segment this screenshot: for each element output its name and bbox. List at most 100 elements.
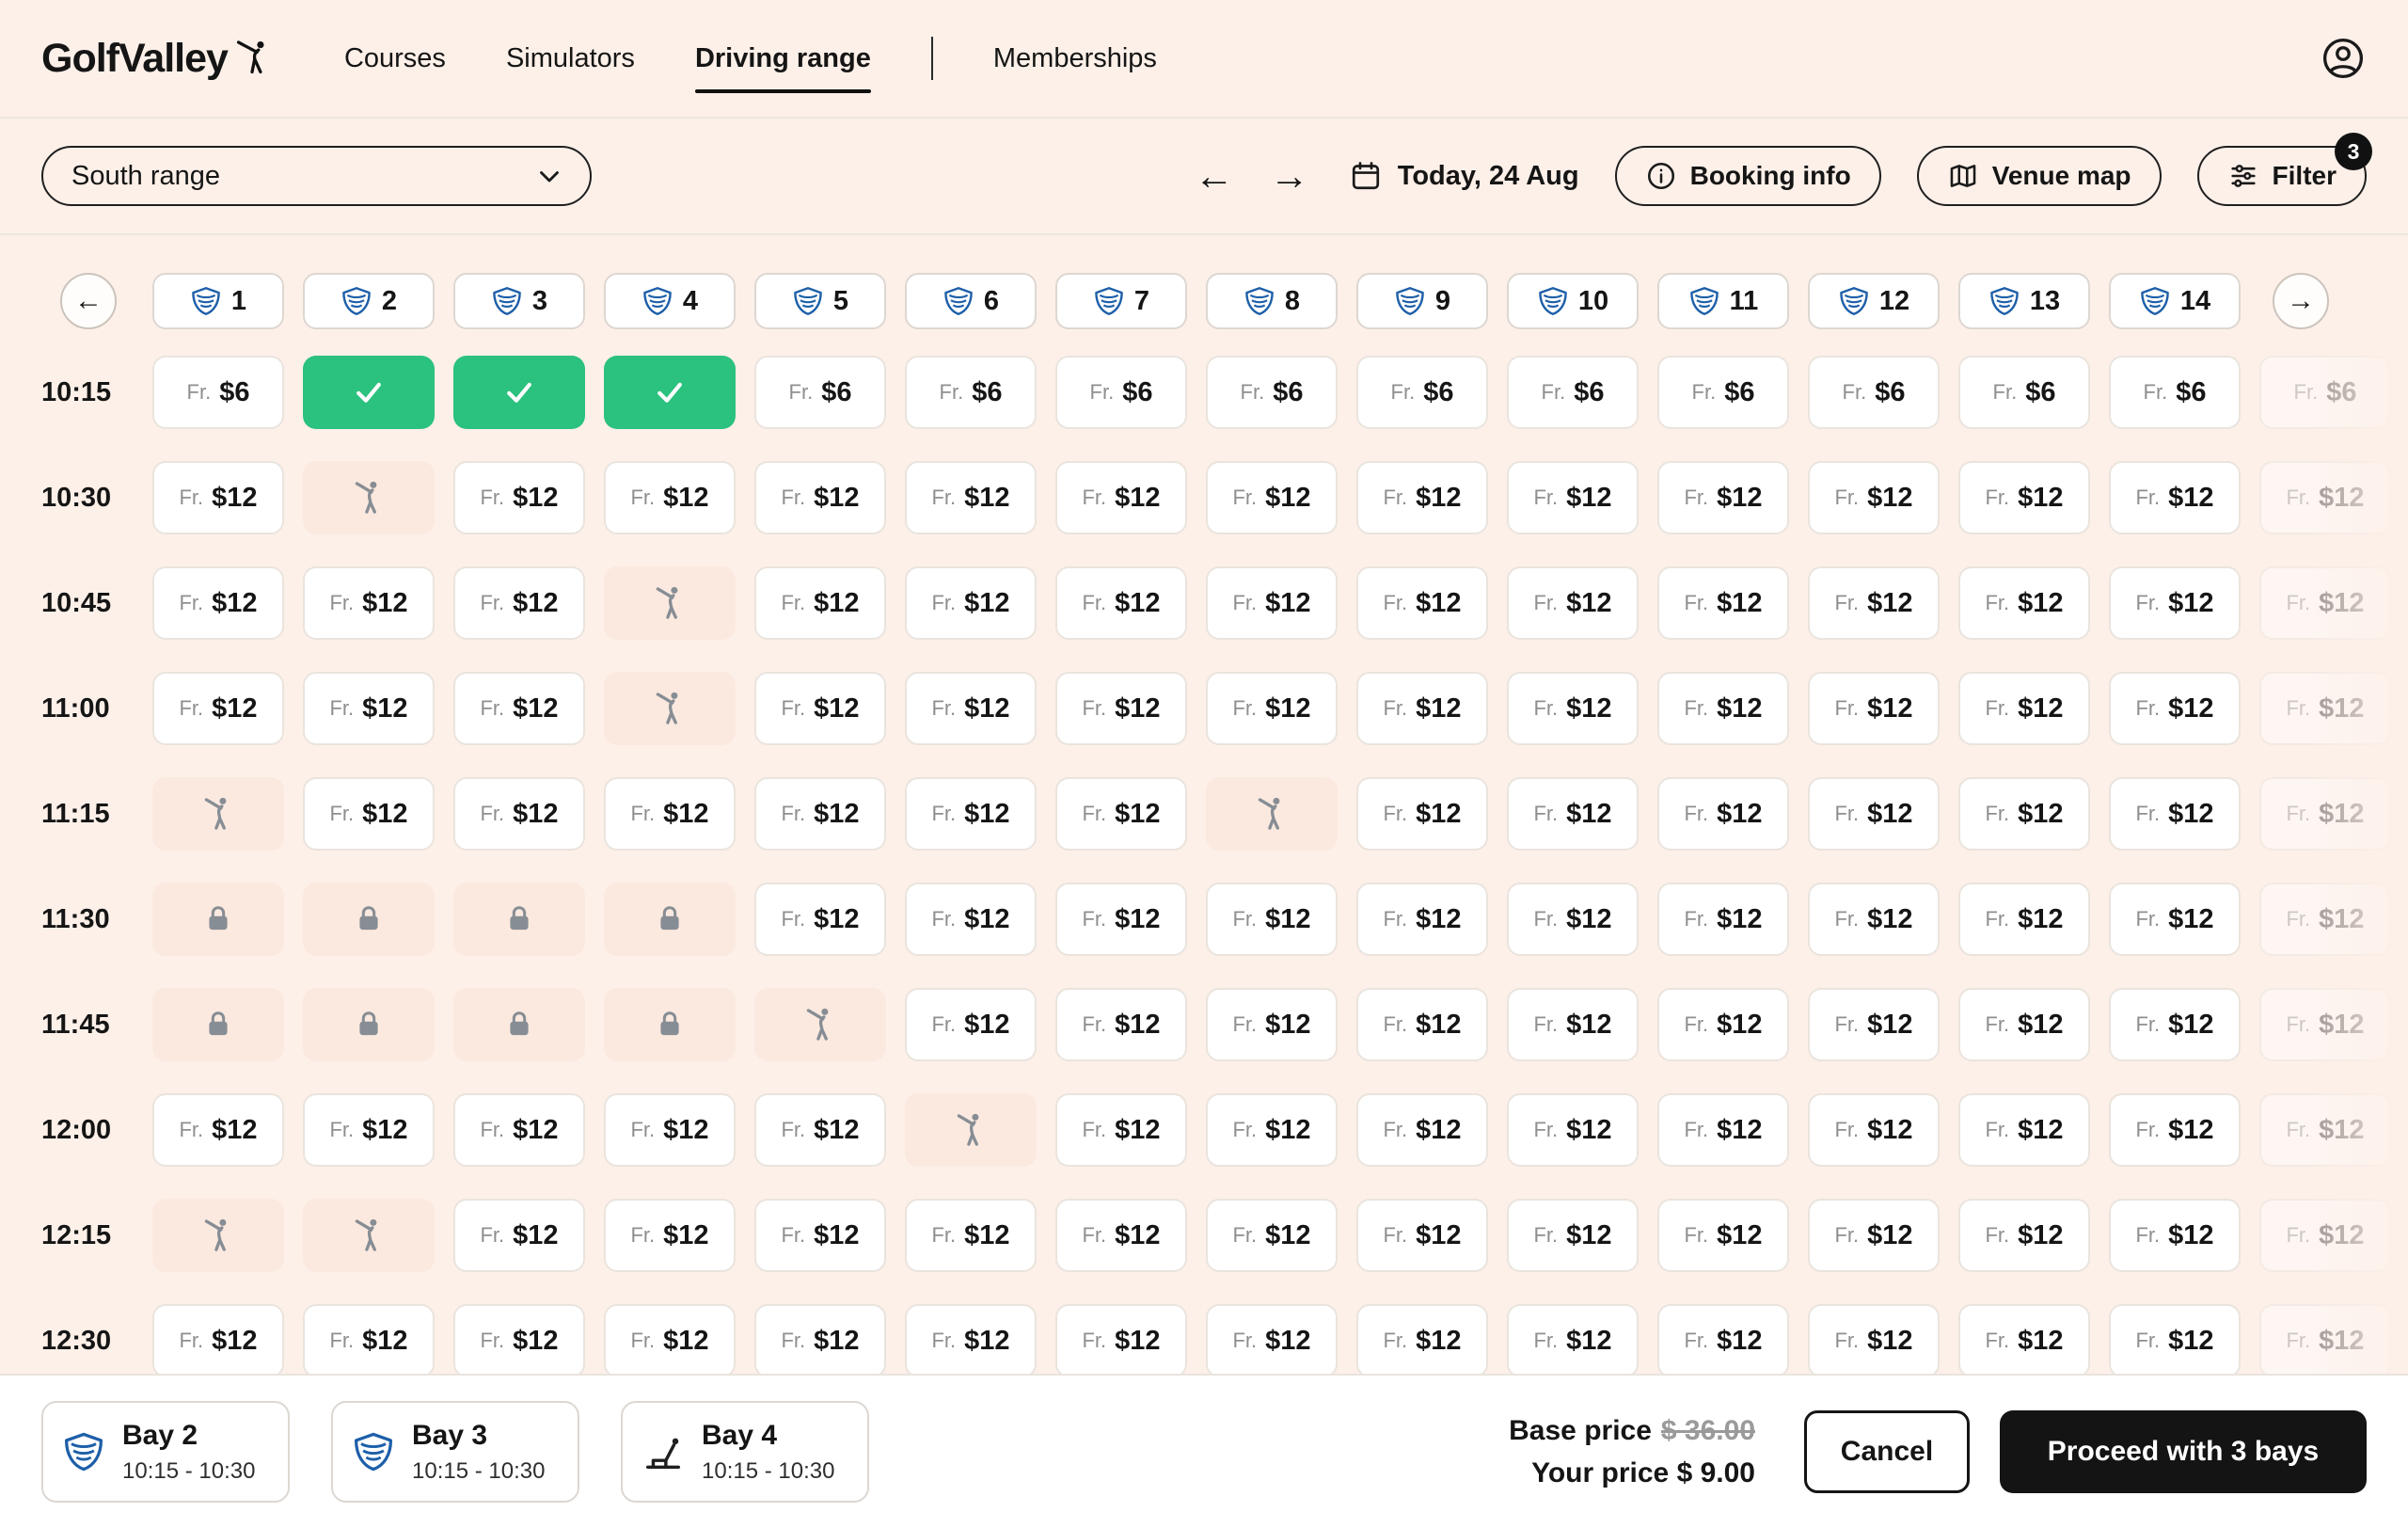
- slot-available[interactable]: Fr.$12: [1657, 461, 1789, 534]
- slot-available[interactable]: Fr.$12: [1507, 461, 1639, 534]
- slot-available[interactable]: Fr.$12: [1356, 672, 1488, 745]
- slot-available[interactable]: Fr.$6: [1657, 356, 1789, 429]
- slot-available[interactable]: Fr.$12: [1958, 461, 2090, 534]
- slot-available[interactable]: Fr.$12: [754, 672, 886, 745]
- slot-available[interactable]: Fr.$12: [1206, 988, 1338, 1061]
- slot-available[interactable]: Fr.$12: [604, 1199, 736, 1272]
- slot-available[interactable]: Fr.$12: [303, 672, 435, 745]
- slot-available[interactable]: Fr.$12: [453, 461, 585, 534]
- slot-available[interactable]: Fr.$12: [754, 1093, 886, 1167]
- slot-available[interactable]: Fr.$12: [2109, 566, 2241, 640]
- range-select[interactable]: South range: [41, 146, 592, 206]
- previous-bays-button[interactable]: ←: [60, 273, 117, 329]
- slot-available[interactable]: Fr.$12: [152, 461, 284, 534]
- slot-available[interactable]: Fr.$12: [152, 1304, 284, 1377]
- slot-available[interactable]: Fr.$12: [1356, 777, 1488, 851]
- slot-available[interactable]: Fr.$12: [1206, 1304, 1338, 1377]
- slot-available[interactable]: Fr.$12: [1356, 988, 1488, 1061]
- slot-available[interactable]: Fr.$12: [1206, 883, 1338, 956]
- date-group[interactable]: Today, 24 Aug: [1349, 159, 1579, 193]
- slot-available[interactable]: Fr.$6: [2109, 356, 2241, 429]
- slot-available[interactable]: Fr.$6: [1055, 356, 1187, 429]
- slot-available[interactable]: Fr.$12: [1958, 672, 2090, 745]
- nav-item-courses[interactable]: Courses: [344, 38, 446, 80]
- slot-available[interactable]: Fr.$12: [905, 988, 1037, 1061]
- slot-available[interactable]: Fr.$12: [1657, 777, 1789, 851]
- slot-available[interactable]: Fr.$12: [2109, 1304, 2241, 1377]
- slot-available[interactable]: Fr.$12: [1055, 988, 1187, 1061]
- slot-available[interactable]: Fr.$12: [754, 777, 886, 851]
- slot-available[interactable]: Fr.$12: [1507, 1093, 1639, 1167]
- slot-available[interactable]: Fr.$12: [754, 1304, 886, 1377]
- slot-available[interactable]: Fr.$6: [1958, 356, 2090, 429]
- slot-available[interactable]: Fr.$12: [1206, 566, 1338, 640]
- slot-available[interactable]: Fr.$12: [1507, 1304, 1639, 1377]
- slot-available[interactable]: Fr.$12: [1206, 1199, 1338, 1272]
- slot-available[interactable]: Fr.$12: [453, 672, 585, 745]
- slot-available[interactable]: Fr.$12: [2109, 777, 2241, 851]
- proceed-button[interactable]: Proceed with 3 bays: [2000, 1410, 2367, 1493]
- slot-available[interactable]: Fr.$12: [1657, 988, 1789, 1061]
- slot-available[interactable]: Fr.$12: [303, 566, 435, 640]
- slot-available[interactable]: Fr.$12: [303, 1304, 435, 1377]
- slot-available[interactable]: Fr.$12: [905, 883, 1037, 956]
- slot-available[interactable]: Fr.$12: [1206, 1093, 1338, 1167]
- filter-button[interactable]: Filter 3: [2197, 146, 2367, 206]
- slot-available[interactable]: Fr.$12: [453, 777, 585, 851]
- slot-available[interactable]: Fr.$12: [1958, 1093, 2090, 1167]
- slot-available[interactable]: Fr.$6: [1206, 356, 1338, 429]
- slot-selected[interactable]: [303, 356, 435, 429]
- slot-available[interactable]: Fr.$12: [1657, 1093, 1789, 1167]
- slot-available[interactable]: Fr.$12: [1055, 883, 1187, 956]
- slot-available[interactable]: Fr.$12: [905, 566, 1037, 640]
- slot-available[interactable]: Fr.$12: [1808, 883, 1940, 956]
- slot-available[interactable]: Fr.$12: [1055, 1093, 1187, 1167]
- slot-selected[interactable]: [453, 356, 585, 429]
- slot-available[interactable]: Fr.$12: [905, 777, 1037, 851]
- slot-available[interactable]: Fr.$12: [1507, 672, 1639, 745]
- slot-available[interactable]: Fr.$12: [754, 883, 886, 956]
- nav-item-memberships[interactable]: Memberships: [993, 38, 1157, 80]
- slot-available[interactable]: Fr.$12: [303, 1093, 435, 1167]
- slot-available[interactable]: Fr.$12: [1507, 1199, 1639, 1272]
- slot-available[interactable]: Fr.$12: [1055, 777, 1187, 851]
- nav-item-driving-range[interactable]: Driving range: [695, 38, 871, 80]
- slot-available[interactable]: Fr.$12: [1958, 1304, 2090, 1377]
- slot-available[interactable]: Fr.$12: [1507, 566, 1639, 640]
- slot-available[interactable]: Fr.$12: [1958, 566, 2090, 640]
- slot-available[interactable]: Fr.$12: [1808, 672, 1940, 745]
- next-day-button[interactable]: →: [1266, 156, 1313, 196]
- slot-available[interactable]: Fr.$12: [604, 777, 736, 851]
- venue-map-button[interactable]: Venue map: [1917, 146, 2162, 206]
- account-button[interactable]: [2320, 35, 2367, 82]
- slot-available[interactable]: Fr.$12: [1657, 1304, 1789, 1377]
- slot-available[interactable]: Fr.$12: [2109, 1093, 2241, 1167]
- slot-available[interactable]: Fr.$12: [604, 461, 736, 534]
- slot-available[interactable]: Fr.$12: [604, 1304, 736, 1377]
- slot-available[interactable]: Fr.$12: [905, 461, 1037, 534]
- slot-available[interactable]: Fr.$12: [1958, 883, 2090, 956]
- slot-available[interactable]: Fr.$12: [1055, 1304, 1187, 1377]
- previous-day-button[interactable]: ←: [1191, 156, 1238, 196]
- booking-info-button[interactable]: Booking info: [1615, 146, 1881, 206]
- slot-available[interactable]: Fr.$12: [1055, 566, 1187, 640]
- slot-available[interactable]: Fr.$12: [1808, 1199, 1940, 1272]
- slot-available[interactable]: Fr.$12: [1356, 1199, 1488, 1272]
- slot-available[interactable]: Fr.$12: [1657, 672, 1789, 745]
- slot-available[interactable]: Fr.$12: [1808, 988, 1940, 1061]
- slot-available[interactable]: Fr.$12: [1958, 777, 2090, 851]
- slot-available[interactable]: Fr.$12: [1808, 461, 1940, 534]
- slot-available[interactable]: Fr.$12: [1206, 672, 1338, 745]
- slot-available[interactable]: Fr.$12: [754, 566, 886, 640]
- slot-available[interactable]: Fr.$12: [453, 566, 585, 640]
- slot-available[interactable]: Fr.$12: [152, 672, 284, 745]
- slot-available[interactable]: Fr.$12: [1657, 883, 1789, 956]
- slot-available[interactable]: Fr.$12: [1808, 1093, 1940, 1167]
- slot-available[interactable]: Fr.$12: [453, 1304, 585, 1377]
- slot-available[interactable]: Fr.$12: [1356, 1093, 1488, 1167]
- slot-available[interactable]: Fr.$12: [1206, 461, 1338, 534]
- slot-available[interactable]: Fr.$12: [152, 566, 284, 640]
- slot-available[interactable]: Fr.$12: [1055, 461, 1187, 534]
- slot-available[interactable]: Fr.$12: [2109, 461, 2241, 534]
- slot-available[interactable]: Fr.$6: [905, 356, 1037, 429]
